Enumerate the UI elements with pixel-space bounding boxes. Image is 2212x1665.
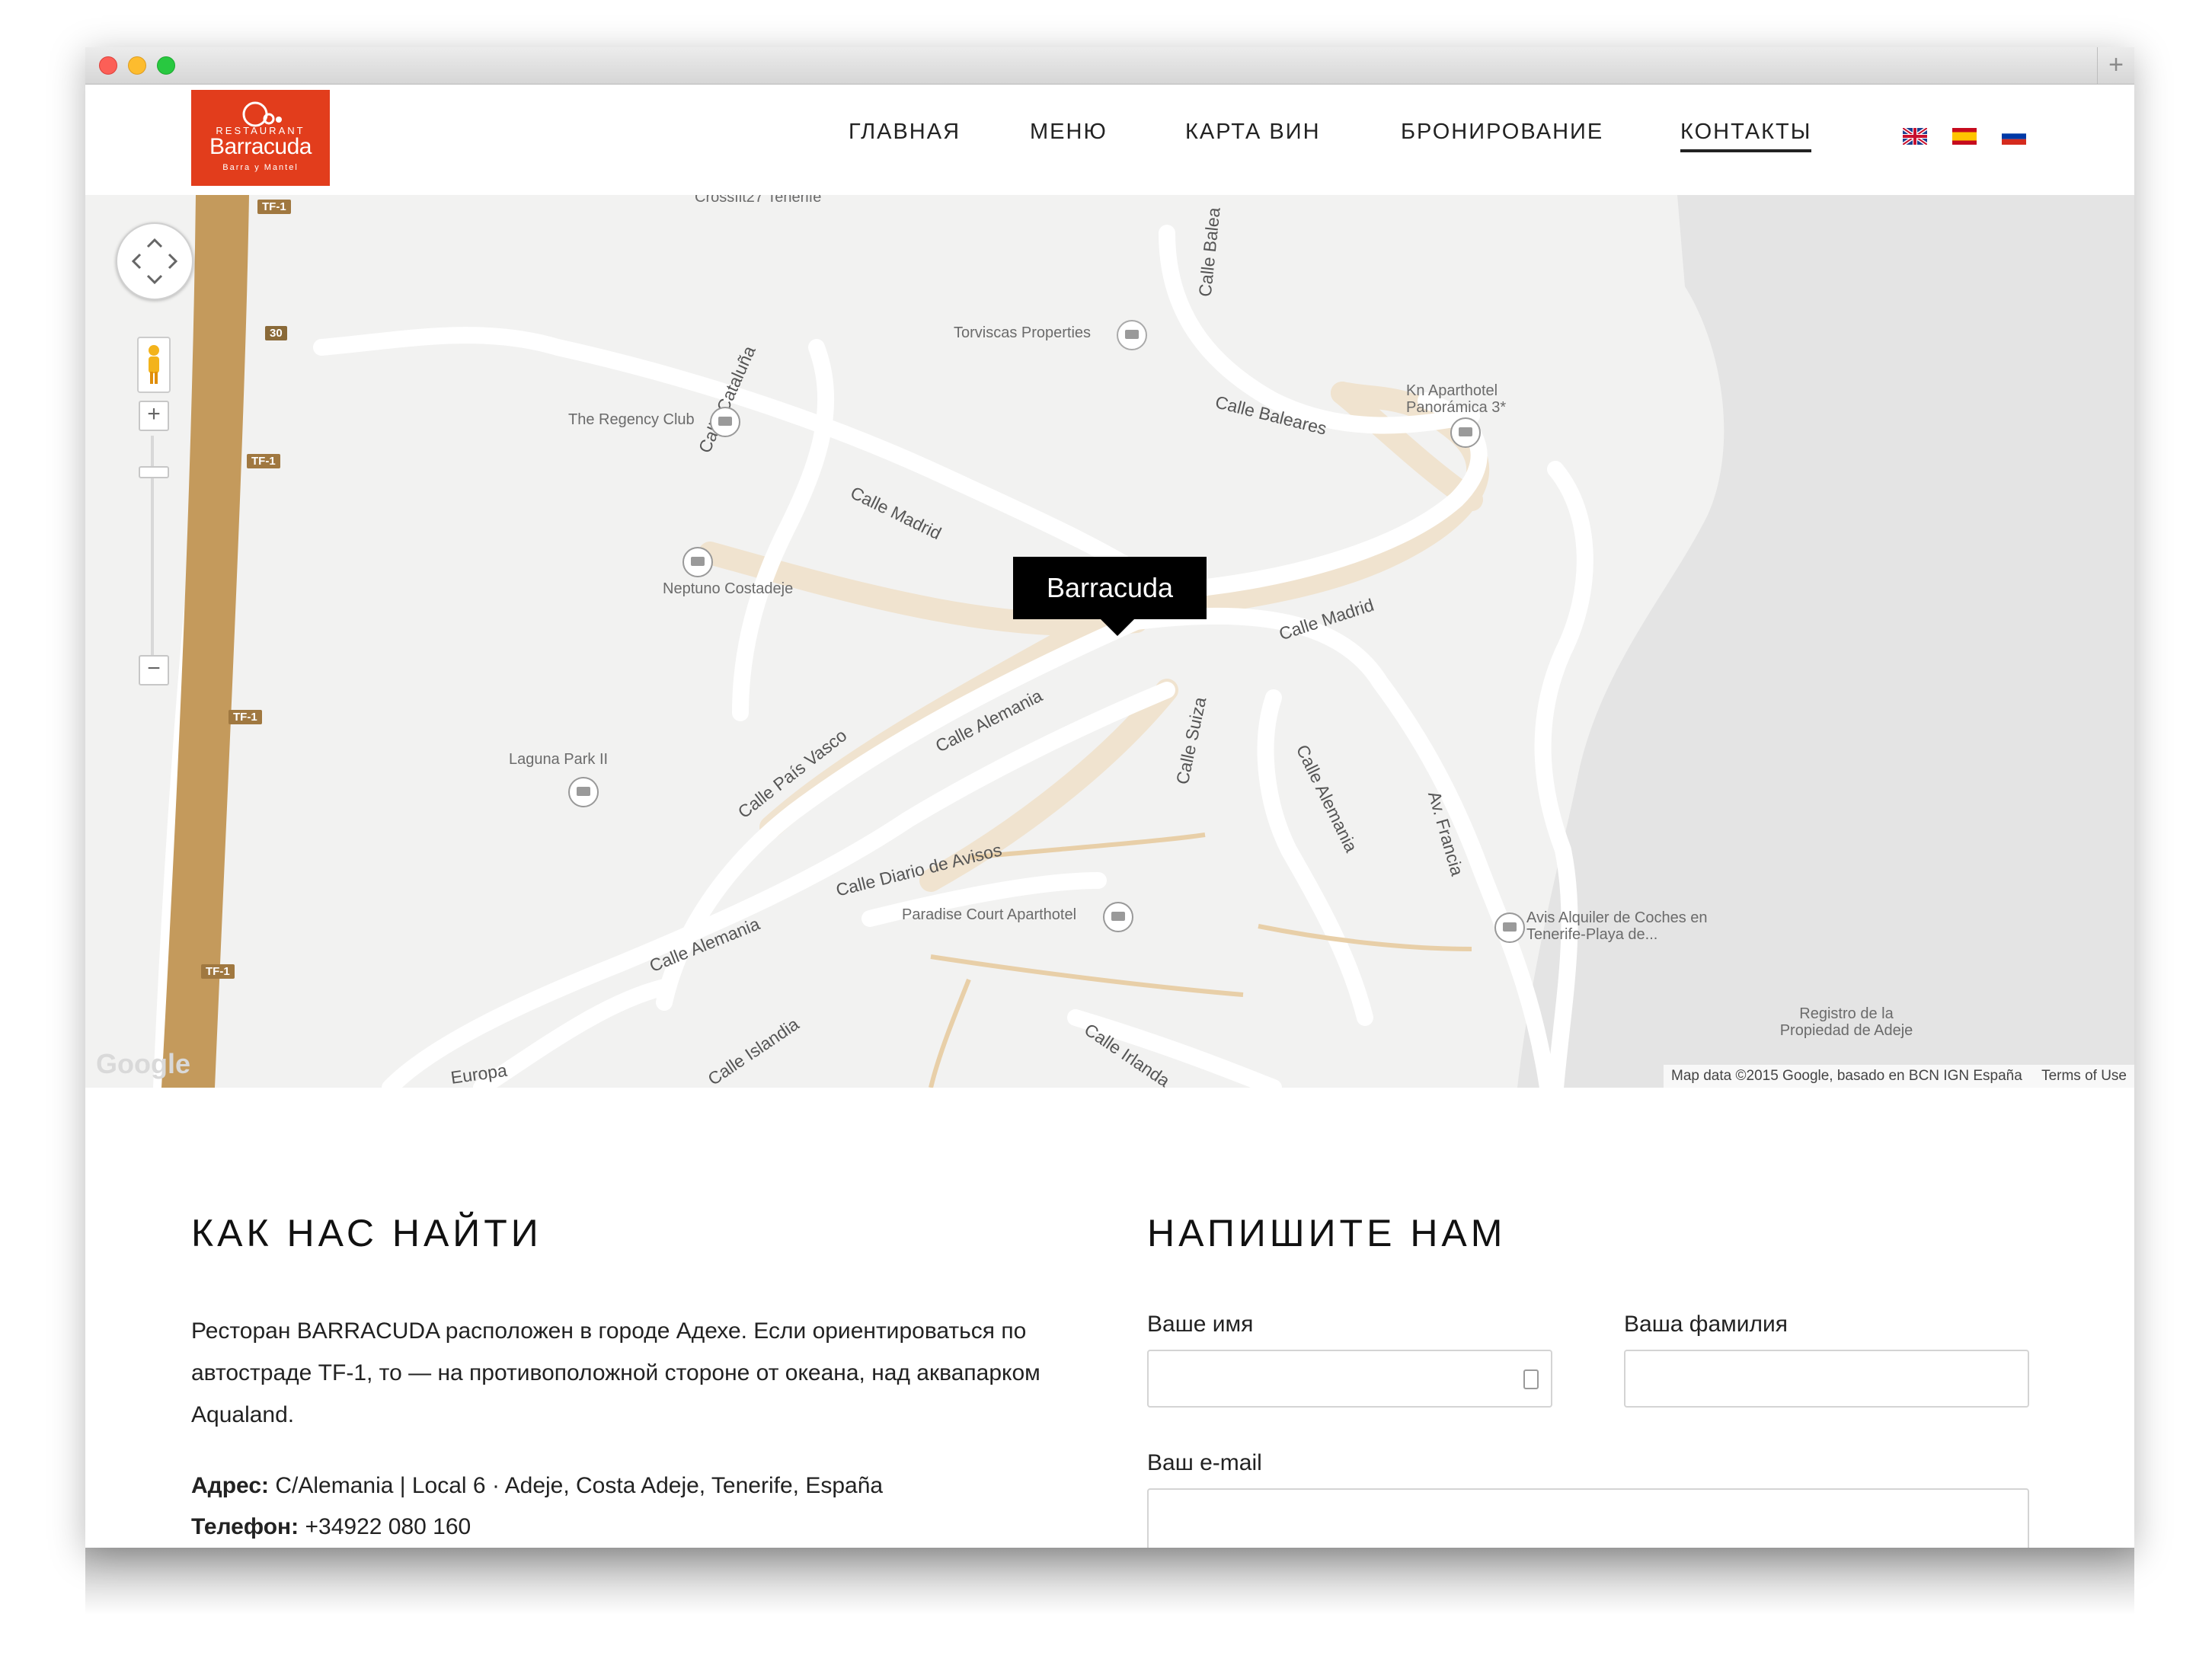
exit-number: 30 <box>265 326 287 340</box>
hotel-pin-icon[interactable] <box>568 777 599 807</box>
write-us-heading: НАПИШИТЕ НАМ <box>1147 1212 1507 1254</box>
place-label: Laguna Park II <box>509 751 609 768</box>
maximize-window-button[interactable] <box>157 56 175 75</box>
first-name-field[interactable] <box>1147 1350 1552 1408</box>
english-flag-icon[interactable] <box>1903 128 1927 145</box>
nav-menu[interactable]: МЕНЮ <box>1030 120 1108 145</box>
window-shadow <box>85 1546 2134 1615</box>
last-name-label: Ваша фамилия <box>1624 1312 1788 1337</box>
last-name-field[interactable] <box>1624 1350 2029 1408</box>
nav-booking[interactable]: БРОНИРОВАНИЕ <box>1401 120 1603 145</box>
map-pan-control[interactable] <box>116 222 193 300</box>
restaurant-logo[interactable]: RESTAURANT Barracuda Barra y Mantel <box>191 90 330 186</box>
highway-badge: TF-1 <box>257 200 291 214</box>
terms-of-use-link[interactable]: Terms of Use <box>2041 1068 2127 1084</box>
hotel-pin-icon[interactable] <box>682 547 713 577</box>
pan-arrows-icon <box>131 238 178 285</box>
logo-name: Barracuda <box>209 134 312 159</box>
place-label: Kn Aparthotel Panorámica 3* <box>1406 382 1507 416</box>
place-label: Paradise Court Aparthotel <box>902 906 1077 923</box>
street-view-pegman-icon[interactable] <box>137 337 171 393</box>
spanish-flag-icon[interactable] <box>1952 128 1977 145</box>
highway-badge: TF-1 <box>247 454 280 468</box>
map-data-credit: Map data ©2015 Google, basado en BCN IGN… <box>1671 1068 2022 1084</box>
first-name-label: Ваше имя <box>1147 1312 1254 1337</box>
highway-badge: TF-1 <box>229 710 262 724</box>
phone-label: Телефон: <box>191 1514 299 1539</box>
place-label: Avis Alquiler de Coches en Tenerife-Play… <box>1526 909 1708 943</box>
email-label: Ваш e-mail <box>1147 1450 1262 1475</box>
russian-flag-icon[interactable] <box>2002 128 2026 145</box>
google-logo[interactable]: Google <box>96 1048 190 1080</box>
place-pin-icon[interactable] <box>1117 320 1147 350</box>
car-rental-pin-icon[interactable] <box>1494 912 1525 943</box>
minimize-window-button[interactable] <box>128 56 146 75</box>
directions-text: Ресторан BARRACUDA расположен в городе А… <box>191 1318 1040 1427</box>
nav-contacts[interactable]: КОНТАКТЫ <box>1680 120 1812 152</box>
logo-bubbles-icon <box>242 101 282 127</box>
zoom-in-button[interactable]: + <box>139 401 169 431</box>
browser-window: + RESTAURANT Barracuda Barra y Mantel ГЛ… <box>85 47 2134 1548</box>
place-label: Registro de la Propiedad de Adeje <box>1779 1005 1913 1039</box>
hotel-pin-icon[interactable] <box>1450 417 1481 448</box>
restaurant-map-marker[interactable]: Barracuda <box>1013 557 1207 636</box>
address-label: Адрес: <box>191 1473 269 1498</box>
phone-value: +34922 080 160 <box>305 1514 471 1539</box>
highway-badge: TF-1 <box>201 964 235 979</box>
hotel-pin-icon[interactable] <box>710 407 740 437</box>
new-tab-button[interactable]: + <box>2097 47 2134 84</box>
place-label: Neptuno Costadeje <box>663 580 794 597</box>
address-value: C/Alemania | Local 6 · Adeje, Costa Adej… <box>275 1473 884 1498</box>
zoom-slider-handle[interactable] <box>139 466 169 478</box>
last-name-input[interactable] <box>1625 1351 2028 1406</box>
logo-subtitle: Barra y Mantel <box>222 163 299 172</box>
place-label: Torviscas Properties <box>954 324 1092 341</box>
first-name-input[interactable] <box>1149 1351 1551 1406</box>
nav-home[interactable]: ГЛАВНАЯ <box>849 120 961 145</box>
zoom-out-button[interactable]: − <box>139 655 169 685</box>
site-header: RESTAURANT Barracuda Barra y Mantel ГЛАВ… <box>85 85 2134 195</box>
map-attribution: Map data ©2015 Google, basado en BCN IGN… <box>1664 1065 2134 1088</box>
email-field[interactable] <box>1147 1488 2029 1548</box>
contact-card-icon[interactable] <box>1523 1369 1539 1389</box>
map-roads <box>153 195 2134 1088</box>
browser-titlebar: + <box>85 47 2134 85</box>
google-map[interactable]: TF-1 TF-1 TF-1 TF-1 30 Calle Baleares Ca… <box>85 195 2134 1088</box>
close-window-button[interactable] <box>99 56 117 75</box>
address-line: Адрес: C/Alemania | Local 6 · Adeje, Cos… <box>191 1473 883 1499</box>
hotel-pin-icon[interactable] <box>1103 902 1133 932</box>
place-label: The Regency Club <box>568 411 695 428</box>
nav-wine-list[interactable]: КАРТА ВИН <box>1185 120 1321 145</box>
email-input[interactable] <box>1149 1490 2028 1548</box>
place-label: Crossfit27 Tenerife <box>695 195 822 206</box>
find-us-heading: КАК НАС НАЙТИ <box>191 1212 542 1254</box>
phone-line: Телефон: +34922 080 160 <box>191 1514 471 1540</box>
